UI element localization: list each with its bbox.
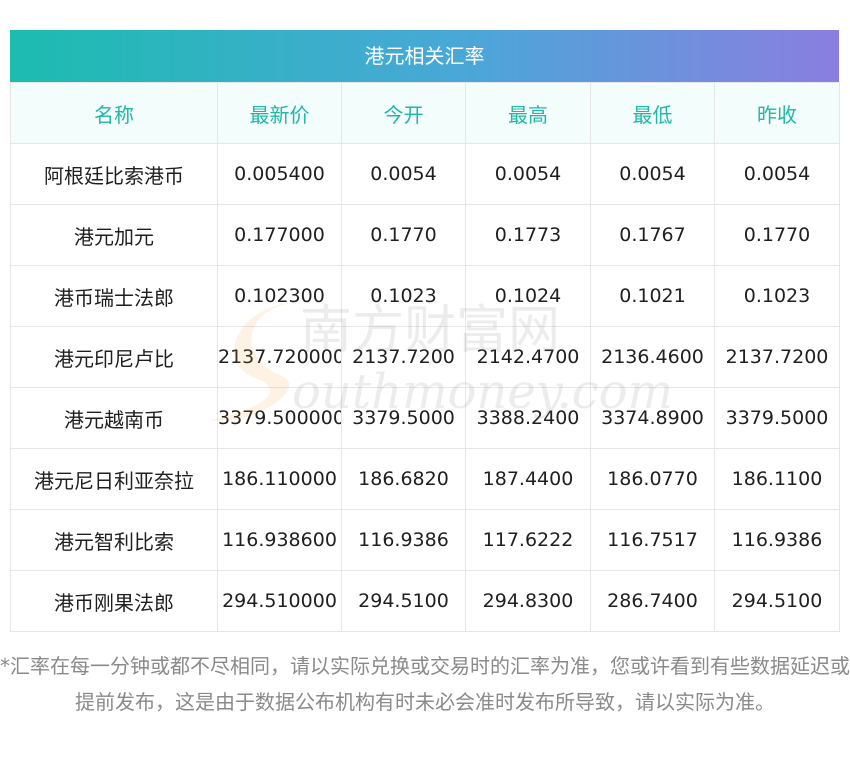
open-price: 2137.7200 bbox=[341, 326, 466, 388]
table-row: 港元加元 0.177000 0.1770 0.1773 0.1767 0.177… bbox=[10, 204, 840, 266]
currency-pair-name: 港元尼日利亚奈拉 bbox=[10, 448, 218, 510]
prev-close-price: 2137.7200 bbox=[714, 326, 840, 388]
prev-close-price: 294.5100 bbox=[714, 570, 840, 632]
table-row: 港币瑞士法郎 0.102300 0.1023 0.1024 0.1021 0.1… bbox=[10, 265, 840, 327]
latest-price: 2137.720000 bbox=[217, 326, 342, 388]
currency-pair-name: 港元越南币 bbox=[10, 387, 218, 449]
low-price: 0.1021 bbox=[590, 265, 715, 327]
latest-price: 116.938600 bbox=[217, 509, 342, 571]
high-price: 187.4400 bbox=[465, 448, 591, 510]
latest-price: 0.102300 bbox=[217, 265, 342, 327]
currency-pair-name: 港元智利比索 bbox=[10, 509, 218, 571]
high-price: 2142.4700 bbox=[465, 326, 591, 388]
low-price: 286.7400 bbox=[590, 570, 715, 632]
column-header-low: 最低 bbox=[590, 82, 715, 144]
low-price: 0.0054 bbox=[590, 143, 715, 205]
latest-price: 186.110000 bbox=[217, 448, 342, 510]
low-price: 3374.8900 bbox=[590, 387, 715, 449]
currency-pair-name: 港币瑞士法郎 bbox=[10, 265, 218, 327]
latest-price: 294.510000 bbox=[217, 570, 342, 632]
low-price: 2136.4600 bbox=[590, 326, 715, 388]
open-price: 0.1023 bbox=[341, 265, 466, 327]
table-row: 港元智利比索 116.938600 116.9386 117.6222 116.… bbox=[10, 509, 840, 571]
column-header-latest: 最新价 bbox=[217, 82, 342, 144]
currency-pair-name: 港币刚果法郎 bbox=[10, 570, 218, 632]
low-price: 116.7517 bbox=[590, 509, 715, 571]
open-price: 186.6820 bbox=[341, 448, 466, 510]
currency-pair-name: 阿根廷比索港币 bbox=[10, 143, 218, 205]
high-price: 0.0054 bbox=[465, 143, 591, 205]
open-price: 3379.5000 bbox=[341, 387, 466, 449]
latest-price: 0.177000 bbox=[217, 204, 342, 266]
column-header-prev-close: 昨收 bbox=[714, 82, 840, 144]
currency-pair-name: 港元印尼卢比 bbox=[10, 326, 218, 388]
column-header-open: 今开 bbox=[341, 82, 466, 144]
prev-close-price: 116.9386 bbox=[714, 509, 840, 571]
high-price: 0.1024 bbox=[465, 265, 591, 327]
open-price: 0.1770 bbox=[341, 204, 466, 266]
high-price: 294.8300 bbox=[465, 570, 591, 632]
table-header-row: 名称 最新价 今开 最高 最低 昨收 bbox=[10, 82, 840, 144]
column-header-name: 名称 bbox=[10, 82, 218, 144]
exchange-rate-table: 名称 最新价 今开 最高 最低 昨收 阿根廷比索港币 0.005400 0.00… bbox=[10, 82, 840, 632]
table-title: 港元相关汇率 bbox=[10, 30, 839, 82]
low-price: 186.0770 bbox=[590, 448, 715, 510]
disclaimer-note: *汇率在每一分钟或都不尽相同，请以实际兑换或交易时的汇率为准，您或许看到有些数据… bbox=[0, 654, 850, 714]
prev-close-price: 0.1770 bbox=[714, 204, 840, 266]
latest-price: 0.005400 bbox=[217, 143, 342, 205]
low-price: 0.1767 bbox=[590, 204, 715, 266]
prev-close-price: 0.1023 bbox=[714, 265, 840, 327]
high-price: 117.6222 bbox=[465, 509, 591, 571]
open-price: 116.9386 bbox=[341, 509, 466, 571]
table-row: 港元印尼卢比 2137.720000 2137.7200 2142.4700 2… bbox=[10, 326, 840, 388]
table-row: 港元越南币 3379.500000 3379.5000 3388.2400 33… bbox=[10, 387, 840, 449]
currency-pair-name: 港元加元 bbox=[10, 204, 218, 266]
prev-close-price: 186.1100 bbox=[714, 448, 840, 510]
open-price: 294.5100 bbox=[341, 570, 466, 632]
column-header-high: 最高 bbox=[465, 82, 591, 144]
prev-close-price: 3379.5000 bbox=[714, 387, 840, 449]
latest-price: 3379.500000 bbox=[217, 387, 342, 449]
high-price: 3388.2400 bbox=[465, 387, 591, 449]
table-row: 港元尼日利亚奈拉 186.110000 186.6820 187.4400 18… bbox=[10, 448, 840, 510]
table-row: 港币刚果法郎 294.510000 294.5100 294.8300 286.… bbox=[10, 570, 840, 632]
table-row: 阿根廷比索港币 0.005400 0.0054 0.0054 0.0054 0.… bbox=[10, 143, 840, 205]
prev-close-price: 0.0054 bbox=[714, 143, 840, 205]
high-price: 0.1773 bbox=[465, 204, 591, 266]
open-price: 0.0054 bbox=[341, 143, 466, 205]
exchange-rate-card: 港元相关汇率 名称 最新价 今开 最高 最低 昨收 阿根廷比索港币 0.0054… bbox=[10, 30, 840, 632]
